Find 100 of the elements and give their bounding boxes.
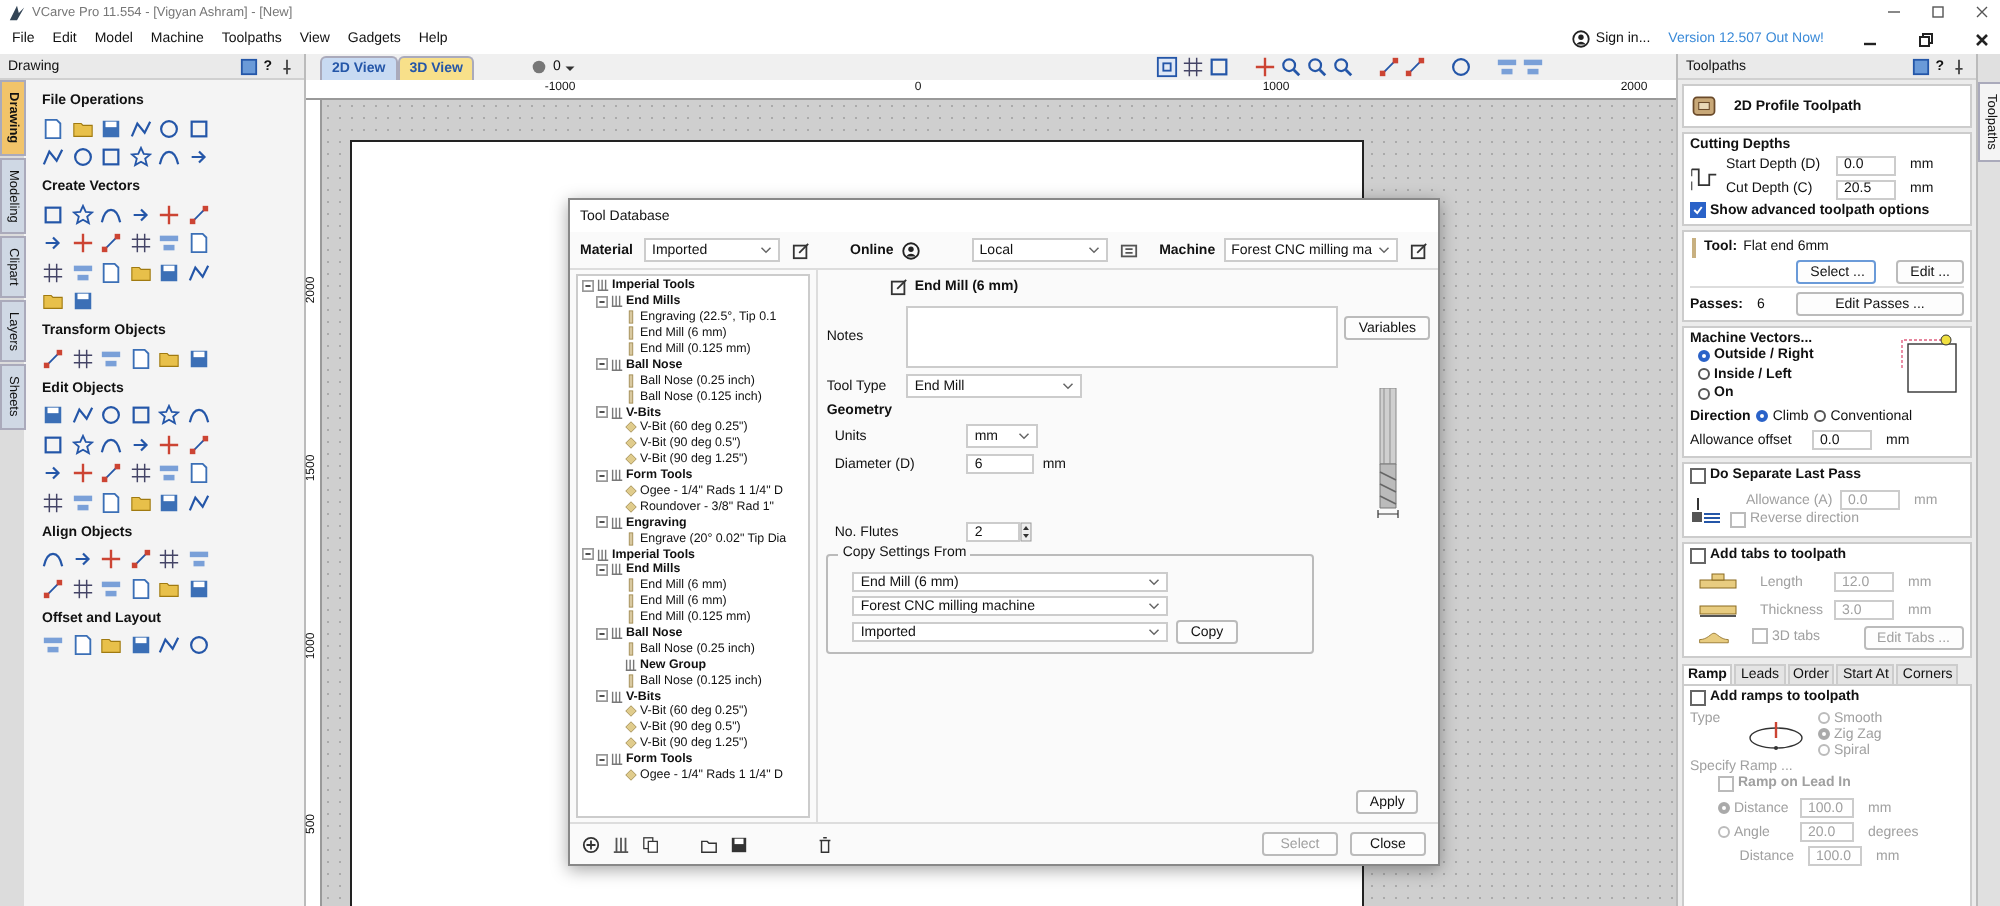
- line-icon[interactable]: [187, 261, 209, 284]
- page-icon[interactable]: [187, 462, 209, 485]
- page-icon[interactable]: [42, 117, 64, 140]
- page-icon[interactable]: [187, 232, 209, 255]
- circle-icon[interactable]: [158, 117, 180, 140]
- curve-icon[interactable]: [100, 433, 122, 456]
- arrow-icon[interactable]: [42, 462, 64, 485]
- node-icon[interactable]: [42, 577, 64, 600]
- curve-icon[interactable]: [42, 548, 64, 571]
- radio-button[interactable]: [1814, 410, 1827, 422]
- folder-icon[interactable]: [700, 835, 718, 853]
- cross-icon[interactable]: [158, 433, 180, 456]
- circle-icon[interactable]: [71, 146, 93, 169]
- cross-icon[interactable]: [71, 232, 93, 255]
- zoom-icon[interactable]: [1332, 56, 1355, 78]
- radio-button[interactable]: [1698, 368, 1710, 380]
- collapse-icon[interactable]: [596, 295, 608, 308]
- node-icon[interactable]: [42, 347, 64, 370]
- page-icon[interactable]: [129, 577, 151, 600]
- user-icon[interactable]: [1571, 30, 1590, 48]
- page-icon[interactable]: [71, 634, 93, 657]
- checkbox[interactable]: [1690, 689, 1706, 705]
- square-icon[interactable]: [1208, 56, 1231, 78]
- line-icon[interactable]: [129, 117, 151, 140]
- radio-button[interactable]: [1818, 712, 1830, 724]
- pin-icon[interactable]: [1950, 57, 1968, 75]
- dock-icon[interactable]: [1911, 57, 1930, 75]
- collapse-icon[interactable]: [596, 406, 608, 419]
- square-icon[interactable]: [42, 203, 64, 226]
- checkbox[interactable]: [1751, 628, 1768, 644]
- pin-icon[interactable]: [278, 57, 296, 75]
- square-icon[interactable]: [129, 404, 151, 427]
- grid-icon[interactable]: [129, 232, 151, 255]
- line-icon[interactable]: [187, 491, 209, 514]
- circle-icon[interactable]: [1450, 56, 1473, 78]
- line-icon[interactable]: [42, 146, 64, 169]
- collapse-icon[interactable]: [582, 279, 594, 292]
- curve-icon[interactable]: [158, 146, 180, 169]
- collapse-icon[interactable]: [596, 753, 608, 766]
- arrow-icon[interactable]: [42, 232, 64, 255]
- cross-icon[interactable]: [1254, 56, 1277, 78]
- page-icon[interactable]: [100, 491, 122, 514]
- square-icon[interactable]: [100, 146, 122, 169]
- arrow-icon[interactable]: [129, 203, 151, 226]
- circle-icon[interactable]: [187, 634, 209, 657]
- collapse-icon[interactable]: [596, 469, 608, 482]
- radio-button[interactable]: [1698, 387, 1710, 399]
- circle-icon[interactable]: [100, 404, 122, 427]
- zoom-icon[interactable]: [1306, 56, 1329, 78]
- square-icon[interactable]: [187, 117, 209, 140]
- grid-icon[interactable]: [71, 347, 93, 370]
- arrow-icon[interactable]: [71, 548, 93, 571]
- collapse-icon[interactable]: [596, 516, 608, 529]
- node-icon[interactable]: [129, 548, 151, 571]
- node-icon[interactable]: [187, 433, 209, 456]
- maximize-icon[interactable]: [1928, 2, 1948, 22]
- save-icon[interactable]: [730, 835, 748, 853]
- close-icon[interactable]: [1972, 29, 1992, 49]
- collapse-icon[interactable]: [596, 690, 608, 703]
- star-icon[interactable]: [129, 146, 151, 169]
- grid-icon[interactable]: [1182, 56, 1205, 78]
- checkbox[interactable]: [1690, 467, 1706, 483]
- radio-button[interactable]: [1718, 802, 1730, 814]
- edit-icon[interactable]: [792, 241, 810, 259]
- tool-group-icon[interactable]: [612, 835, 630, 853]
- square-icon[interactable]: [42, 433, 64, 456]
- trash-icon[interactable]: [816, 835, 834, 853]
- edit-icon[interactable]: [1410, 241, 1428, 259]
- line-icon[interactable]: [158, 634, 180, 657]
- node-icon[interactable]: [100, 462, 122, 485]
- arrow-icon[interactable]: [187, 146, 209, 169]
- notes-field[interactable]: [906, 306, 1339, 368]
- curve-icon[interactable]: [187, 404, 209, 427]
- grid-icon[interactable]: [71, 577, 93, 600]
- collapse-icon[interactable]: [596, 627, 608, 640]
- checkbox[interactable]: [1690, 202, 1706, 218]
- frame-icon[interactable]: [1156, 56, 1179, 78]
- close-icon[interactable]: [1972, 2, 1992, 22]
- star-icon[interactable]: [158, 404, 180, 427]
- checkbox[interactable]: [1690, 547, 1706, 563]
- radio-button[interactable]: [1698, 349, 1710, 361]
- page-icon[interactable]: [129, 347, 151, 370]
- restore-icon[interactable]: [1916, 29, 1936, 49]
- curve-icon[interactable]: [100, 203, 122, 226]
- checkbox[interactable]: [1718, 775, 1734, 791]
- user-icon[interactable]: [901, 241, 920, 259]
- grid-icon[interactable]: [129, 462, 151, 485]
- grid-icon[interactable]: [158, 548, 180, 571]
- node-icon[interactable]: [187, 203, 209, 226]
- radio-button[interactable]: [1818, 744, 1830, 756]
- copy-icon[interactable]: [642, 835, 660, 853]
- collapse-icon[interactable]: [582, 548, 594, 561]
- grid-icon[interactable]: [42, 491, 64, 514]
- grid-icon[interactable]: [42, 261, 64, 284]
- radio-button[interactable]: [1756, 410, 1769, 422]
- arrow-icon[interactable]: [129, 433, 151, 456]
- checkbox[interactable]: [1730, 511, 1746, 527]
- collapse-icon[interactable]: [596, 358, 608, 371]
- radio-button[interactable]: [1718, 826, 1730, 838]
- line-icon[interactable]: [71, 404, 93, 427]
